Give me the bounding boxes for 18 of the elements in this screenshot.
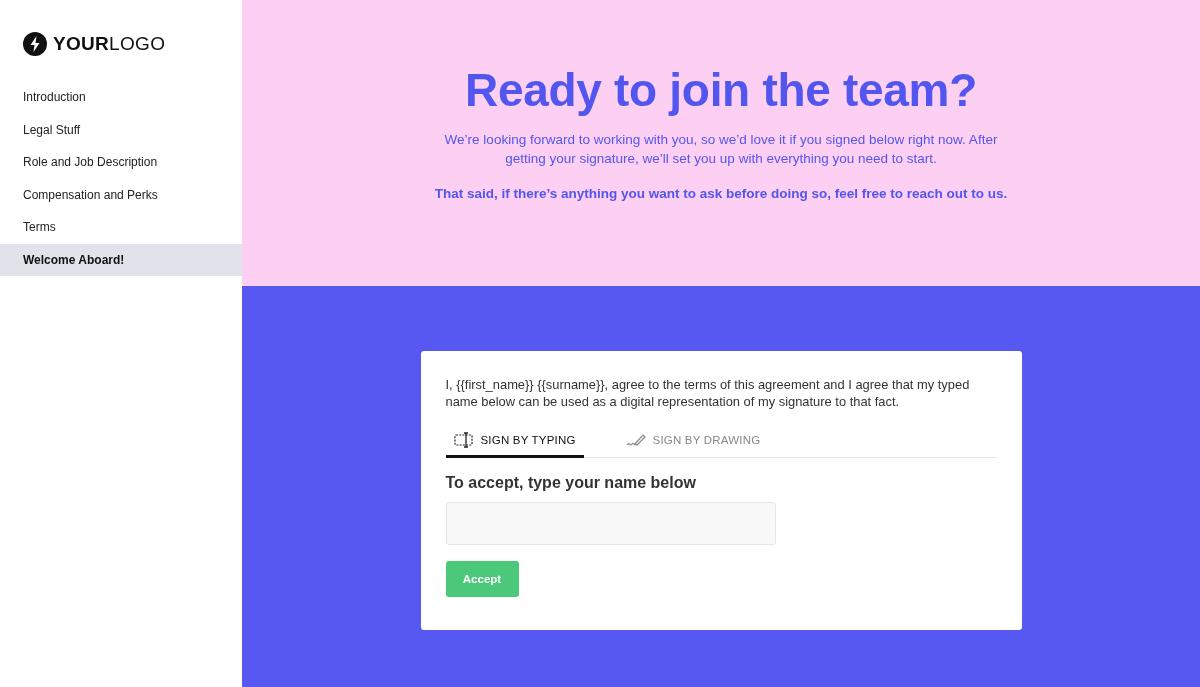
sidebar-nav-item[interactable]: Legal Stuff (0, 113, 242, 146)
hero-note-text: That said, if there’s anything you want to ask before doing so, feel free to reach out to us. (434, 185, 1008, 203)
sidebar-nav-item[interactable]: Role and Job Description (0, 146, 242, 179)
name-prompt-heading: To accept, type your name below (445, 473, 697, 493)
hero-intro-text: We’re looking forward to working with you, so we’d love it if you signed below right now. After getting your signature, we’ll set you up with everything you need to start. (443, 131, 999, 168)
sidebar-nav-item[interactable]: Terms (0, 211, 242, 244)
agreement-text: I, {{first_name}} {{surname}}, agree to the terms of this agreement and I agree that my typed name below can be used as a digital representation of my signature to that fact. (445, 376, 971, 410)
signature-tab[interactable]: SIGN BY TYPING (445, 428, 584, 458)
signature-tab[interactable]: SIGN BY DRAWING (617, 428, 769, 458)
text-box-icon (453, 432, 474, 448)
logo-wordmark: YOURLOGO (53, 33, 166, 55)
sidebar-nav-item[interactable]: Compensation and Perks (0, 178, 242, 211)
sidebar-nav-item[interactable]: Welcome Aboard! (0, 243, 242, 276)
pen-scribble-icon (625, 432, 646, 448)
lightning-bolt-icon (23, 32, 47, 56)
name-input-field[interactable] (445, 502, 776, 545)
hero-title: Ready to join the team? (465, 63, 977, 118)
sidebar-nav-item[interactable]: Introduction (0, 81, 242, 114)
